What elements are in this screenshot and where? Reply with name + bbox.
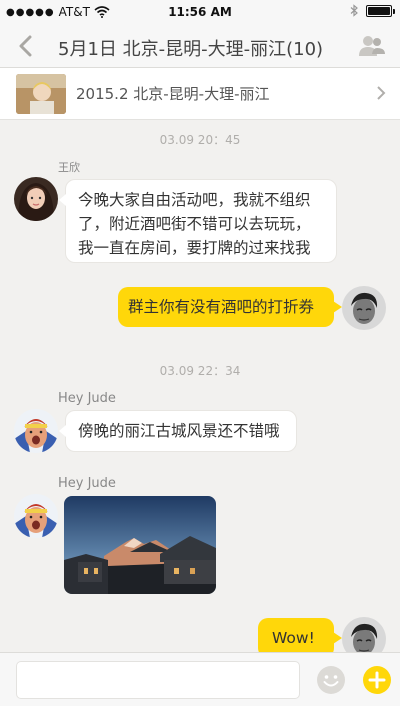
avatar-hey-jude[interactable] <box>14 494 58 538</box>
trip-label: 2015.2 北京-昆明-大理-丽江 <box>76 85 270 103</box>
chat-title: 5月1日 北京-昆明-大理-丽江(10) <box>58 39 324 60</box>
message-text-line: 今晚大家自由活动吧，我就不组织 <box>78 191 311 209</box>
sender-name: Hey Jude <box>58 391 116 406</box>
trip-card[interactable]: 2015.2 北京-昆明-大理-丽江 <box>0 68 400 120</box>
status-time: 11:56 AM <box>168 5 232 19</box>
emoji-button[interactable] <box>316 665 346 695</box>
back-button[interactable] <box>12 31 38 61</box>
message-text-line: 我一直在房间，要打牌的过来找我 <box>78 239 311 257</box>
add-attachment-button[interactable] <box>362 665 392 695</box>
status-bar: ●●●●● AT&T 11:56 AM <box>0 0 400 24</box>
sender-name: 王欣 <box>58 161 80 174</box>
nav-bar: 5月1日 北京-昆明-大理-丽江(10) <box>0 24 400 68</box>
message-bubble-outgoing[interactable]: 群主你有没有酒吧的打折券 <box>118 287 342 327</box>
timestamp: 03.09 22：34 <box>159 364 241 378</box>
plus-icon <box>363 666 391 694</box>
message-text-line: 了，附近酒吧街不错可以去玩玩， <box>78 215 311 233</box>
avatar-wangxin[interactable] <box>14 177 58 221</box>
message-bubble[interactable]: 今晚大家自由活动吧，我就不组织 了，附近酒吧街不错可以去玩玩， 我一直在房间，要… <box>59 179 337 263</box>
photo-message[interactable] <box>64 496 216 594</box>
lijiang-old-town-photo <box>64 496 216 594</box>
battery-icon <box>366 4 395 17</box>
message-bubble[interactable]: 傍晚的丽江古城风景还不错哦 <box>59 410 297 452</box>
group-members-icon <box>359 36 385 56</box>
status-right <box>350 4 395 17</box>
group-members-button[interactable] <box>358 34 386 58</box>
sender-name: Hey Jude <box>58 476 116 491</box>
trip-thumbnail <box>16 74 66 114</box>
smiley-icon <box>317 666 345 694</box>
input-bar <box>0 652 400 706</box>
message-input[interactable] <box>16 661 300 699</box>
chevron-left-icon <box>19 35 32 57</box>
avatar-self[interactable] <box>342 286 386 330</box>
bluetooth-icon <box>350 4 358 17</box>
timestamp: 03.09 20：45 <box>159 133 241 147</box>
chevron-right-icon <box>377 86 386 100</box>
avatar-hey-jude[interactable] <box>14 409 58 453</box>
